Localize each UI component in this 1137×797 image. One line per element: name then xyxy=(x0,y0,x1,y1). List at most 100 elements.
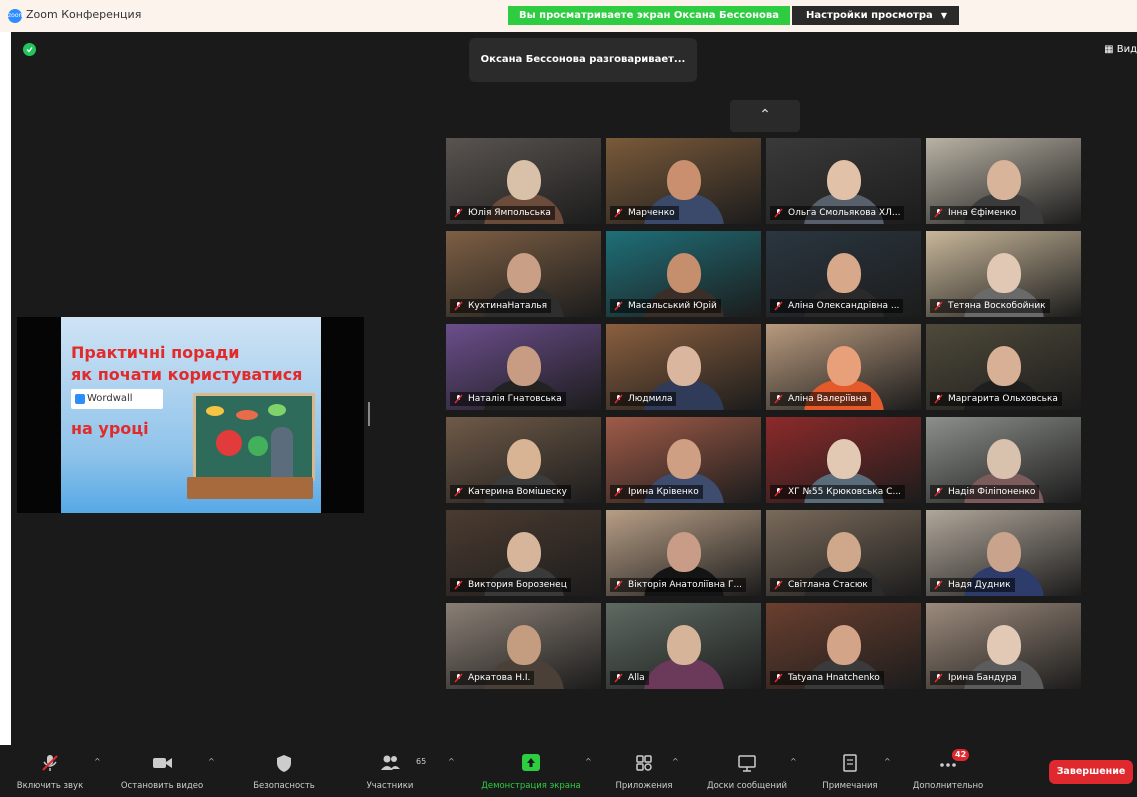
participant-tile[interactable]: Tatyana Hnatchenko xyxy=(766,603,921,689)
participant-tile[interactable]: Вікторія Анатоліївна Г... xyxy=(606,510,761,596)
meeting-stage: Оксана Бессонова разговаривает... ▦ Вид … xyxy=(11,32,1137,745)
participants-button[interactable]: Участники xyxy=(360,745,420,797)
participant-name: Ольга Смольякова ХЛ... xyxy=(788,208,901,218)
participant-name: Юлія Ямпольська xyxy=(468,208,551,218)
participants-icon xyxy=(381,755,400,770)
participant-name-label: Надя Дудник xyxy=(930,578,1015,592)
participant-name-label: Alla xyxy=(610,671,649,685)
participant-tile[interactable]: Виктория Борозенец xyxy=(446,510,601,596)
whiteboard-icon xyxy=(738,755,756,772)
participant-name: Аркатова Н.І. xyxy=(468,673,531,683)
view-options-dropdown[interactable]: Настройки просмотра ▼ xyxy=(792,6,959,25)
participant-name-label: Ірина Крівенко xyxy=(610,485,703,499)
participant-tile[interactable]: Надія Філіпоненко xyxy=(926,417,1081,503)
participant-tile[interactable]: Тетяна Воскобойник xyxy=(926,231,1081,317)
window-title: Zoom Конференция xyxy=(26,8,142,21)
participant-face xyxy=(987,253,1021,293)
participant-tile[interactable]: Інна Єфіменко xyxy=(926,138,1081,224)
participant-name-label: Людмила xyxy=(610,392,677,406)
participant-name-label: Тетяна Воскобойник xyxy=(930,299,1050,313)
whiteboards-button[interactable]: Доски сообщений xyxy=(692,745,802,797)
participant-name: КухтинаНаталья xyxy=(468,301,548,311)
participant-name: Надія Філіпоненко xyxy=(948,487,1036,497)
participant-face xyxy=(667,439,701,479)
unmute-label: Включить звук xyxy=(16,781,84,791)
unmute-button[interactable]: Включить звук xyxy=(10,745,90,797)
participant-name: Людмила xyxy=(628,394,673,404)
participant-name-label: ХГ №55 Крюковська С... xyxy=(770,485,906,499)
participant-name: Масальський Юрій xyxy=(628,301,717,311)
participant-name-label: Марченко xyxy=(610,206,679,220)
participants-count: 65 xyxy=(416,757,427,766)
participant-name: Катерина Вомішеску xyxy=(468,487,567,497)
collapse-gallery-button[interactable]: ⌃ xyxy=(730,100,800,132)
participant-name: Маргарита Ольховська xyxy=(948,394,1058,404)
participant-tile[interactable]: Наталія Гнатовська xyxy=(446,324,601,410)
participant-tile[interactable]: Надя Дудник xyxy=(926,510,1081,596)
participants-options-chevron-icon[interactable]: ^ xyxy=(448,757,455,766)
participants-label: Участники xyxy=(366,781,414,791)
participant-name-label: Інна Єфіменко xyxy=(930,206,1021,220)
participant-tile[interactable]: ХГ №55 Крюковська С... xyxy=(766,417,921,503)
end-meeting-button[interactable]: Завершение xyxy=(1049,760,1133,784)
participant-face xyxy=(987,160,1021,200)
video-options-chevron-icon[interactable]: ^ xyxy=(208,757,215,766)
classroom-board-illustration xyxy=(193,393,315,481)
microphone-muted-icon xyxy=(454,580,463,590)
participant-tile[interactable]: Alla xyxy=(606,603,761,689)
slide-title-line-2: як почати користуватися xyxy=(71,365,303,384)
notes-options-chevron-icon[interactable]: ^ xyxy=(884,757,891,766)
participant-name: ХГ №55 Крюковська С... xyxy=(788,487,902,497)
security-button[interactable]: Безопасность xyxy=(246,745,322,797)
participant-tile[interactable]: Людмила xyxy=(606,324,761,410)
participant-name-label: Катерина Вомішеску xyxy=(450,485,571,499)
audio-options-chevron-icon[interactable]: ^ xyxy=(94,757,101,766)
participant-tile[interactable]: Світлана Стасюк xyxy=(766,510,921,596)
more-button[interactable]: Дополнительно xyxy=(900,745,996,797)
whiteboards-label: Доски сообщений xyxy=(706,781,788,791)
wordwall-check-icon xyxy=(75,394,85,404)
participant-face xyxy=(827,346,861,386)
participant-tile[interactable]: Аліна Валеріївна xyxy=(766,324,921,410)
participant-face xyxy=(507,439,541,479)
participant-name-label: Аркатова Н.І. xyxy=(450,671,535,685)
participant-name: Марченко xyxy=(628,208,675,218)
zoom-logo-icon: zoom xyxy=(8,9,24,23)
participant-tile[interactable]: Марченко xyxy=(606,138,761,224)
resize-handle[interactable] xyxy=(368,402,370,426)
microphone-muted-icon xyxy=(454,208,463,218)
participant-tile[interactable]: Ірина Бандура xyxy=(926,603,1081,689)
whiteboards-options-chevron-icon[interactable]: ^ xyxy=(790,757,797,766)
share-screen-button[interactable]: Демонстрация экрана xyxy=(468,745,594,797)
participant-tile[interactable]: Ольга Смольякова ХЛ... xyxy=(766,138,921,224)
participant-face xyxy=(987,439,1021,479)
participant-tile[interactable]: Ірина Крівенко xyxy=(606,417,761,503)
stop-video-button[interactable]: Остановить видео xyxy=(112,745,212,797)
stop-video-label: Остановить видео xyxy=(120,781,204,791)
view-button[interactable]: ▦ Вид xyxy=(1104,44,1137,55)
microphone-muted-icon xyxy=(614,208,623,218)
chevron-down-icon: ▼ xyxy=(940,11,947,20)
participant-tile[interactable]: Катерина Вомішеску xyxy=(446,417,601,503)
notes-button[interactable]: Примечания xyxy=(810,745,890,797)
view-grid-icon: ▦ xyxy=(1104,44,1117,55)
apps-options-chevron-icon[interactable]: ^ xyxy=(672,757,679,766)
participant-face xyxy=(507,346,541,386)
apps-button[interactable]: Приложения xyxy=(604,745,684,797)
microphone-muted-icon xyxy=(934,301,943,311)
participant-face xyxy=(507,160,541,200)
participant-name: Вікторія Анатоліївна Г... xyxy=(628,580,743,590)
participant-tile[interactable]: Аліна Олександрівна ... xyxy=(766,231,921,317)
microphone-muted-icon xyxy=(774,208,783,218)
share-options-chevron-icon[interactable]: ^ xyxy=(585,757,592,766)
microphone-muted-icon xyxy=(454,301,463,311)
participant-tile[interactable]: Юлія Ямпольська xyxy=(446,138,601,224)
participant-tile[interactable]: Масальський Юрій xyxy=(606,231,761,317)
encryption-shield-icon[interactable] xyxy=(23,43,36,56)
video-camera-icon xyxy=(153,758,172,768)
microphone-muted-icon xyxy=(454,487,463,497)
participant-tile[interactable]: Аркатова Н.І. xyxy=(446,603,601,689)
participant-tile[interactable]: КухтинаНаталья xyxy=(446,231,601,317)
participant-tile[interactable]: Маргарита Ольховська xyxy=(926,324,1081,410)
microphone-muted-icon xyxy=(454,673,463,683)
